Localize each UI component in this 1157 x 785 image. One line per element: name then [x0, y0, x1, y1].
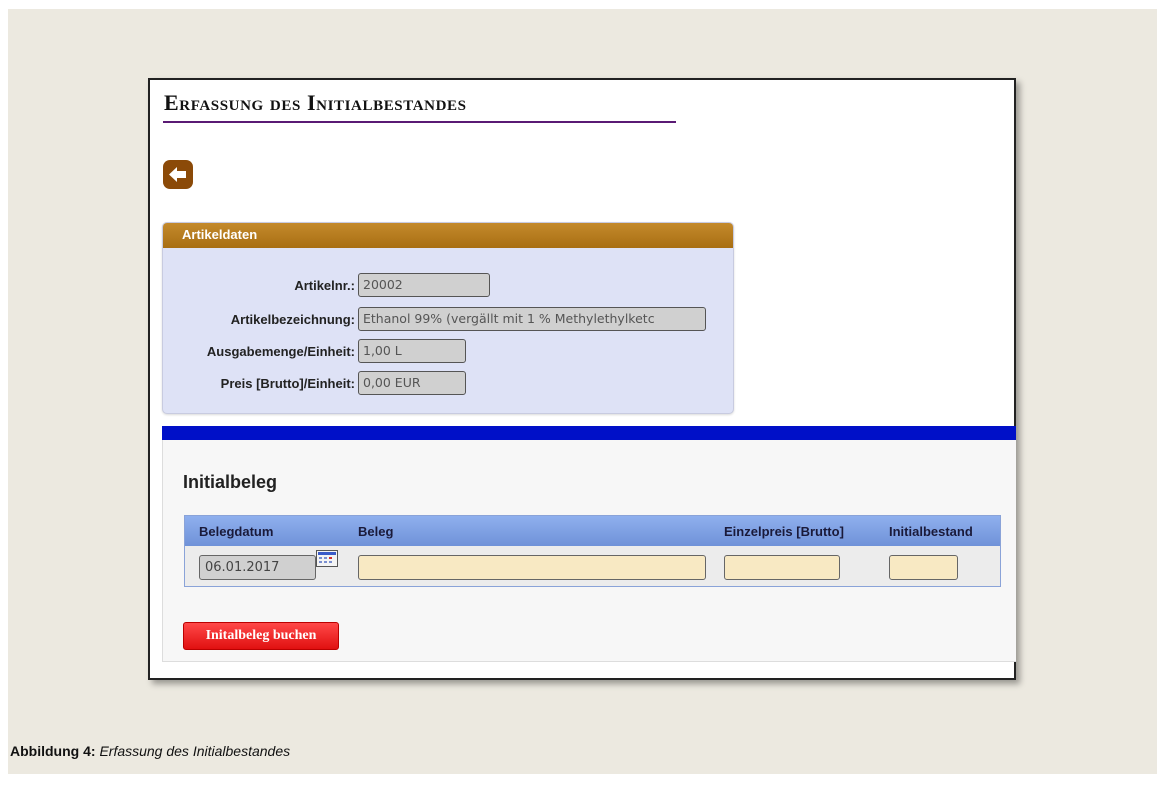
- artikelnr-label: Artikelnr.:: [294, 277, 355, 293]
- artikelnr-field[interactable]: 20002: [358, 273, 490, 297]
- section-divider: [162, 426, 1016, 440]
- field-row-artikelnr: Artikelnr.: 20002: [163, 273, 490, 297]
- back-button[interactable]: [163, 160, 193, 189]
- app-window: Erfassung des Initialbestandes Artikelda…: [148, 78, 1016, 680]
- col-initialbestand: Initialbestand: [889, 524, 973, 539]
- preis-field[interactable]: 0,00 EUR: [358, 371, 466, 395]
- artikelbezeichnung-field[interactable]: Ethanol 99% (vergällt mit 1 % Methylethy…: [358, 307, 706, 331]
- artikeldaten-panel: Artikeldaten Artikelnr.: 20002 Artikelbe…: [162, 222, 734, 414]
- caption-prefix: Abbildung 4:: [10, 743, 96, 759]
- initialbeleg-section: Initialbeleg Belegdatum Beleg Einzelprei…: [162, 440, 1016, 662]
- ausgabemenge-field[interactable]: 1,00 L: [358, 339, 466, 363]
- col-belegdatum: Belegdatum: [199, 524, 274, 539]
- table-header: Belegdatum Beleg Einzelpreis [Brutto] In…: [185, 516, 1000, 546]
- figure-caption: Abbildung 4: Erfassung des Initialbestan…: [10, 743, 290, 759]
- page-title: Erfassung des Initialbestandes: [164, 90, 467, 115]
- preis-label: Preis [Brutto]/Einheit:: [220, 375, 355, 391]
- initialbeleg-buchen-button[interactable]: Initalbeleg buchen: [183, 622, 339, 650]
- ausgabemenge-label: Ausgabemenge/Einheit:: [206, 343, 355, 359]
- col-einzelpreis: Einzelpreis [Brutto]: [724, 524, 844, 539]
- field-row-preis: Preis [Brutto]/Einheit: 0,00 EUR: [163, 371, 466, 395]
- arrow-left-icon: [169, 167, 186, 182]
- belegdatum-input[interactable]: 06.01.2017: [199, 555, 316, 580]
- col-beleg: Beleg: [358, 524, 394, 539]
- caption-text: Erfassung des Initialbestandes: [99, 743, 291, 759]
- calendar-icon[interactable]: [316, 550, 338, 567]
- artikelbezeichnung-label: Artikelbezeichnung:: [230, 311, 355, 327]
- field-row-ausgabemenge: Ausgabemenge/Einheit: 1,00 L: [163, 339, 466, 363]
- initialbeleg-table: Belegdatum Beleg Einzelpreis [Brutto] In…: [184, 515, 1001, 587]
- initialbeleg-title: Initialbeleg: [183, 472, 278, 492]
- beleg-input[interactable]: [358, 555, 706, 580]
- table-row: 06.01.2017: [185, 546, 1000, 586]
- panel-header: Artikeldaten: [163, 223, 733, 248]
- field-row-artikelbezeichnung: Artikelbezeichnung: Ethanol 99% (vergäll…: [163, 307, 706, 331]
- einzelpreis-input[interactable]: [724, 555, 840, 580]
- initialbestand-input[interactable]: [889, 555, 958, 580]
- title-underline: [163, 121, 676, 123]
